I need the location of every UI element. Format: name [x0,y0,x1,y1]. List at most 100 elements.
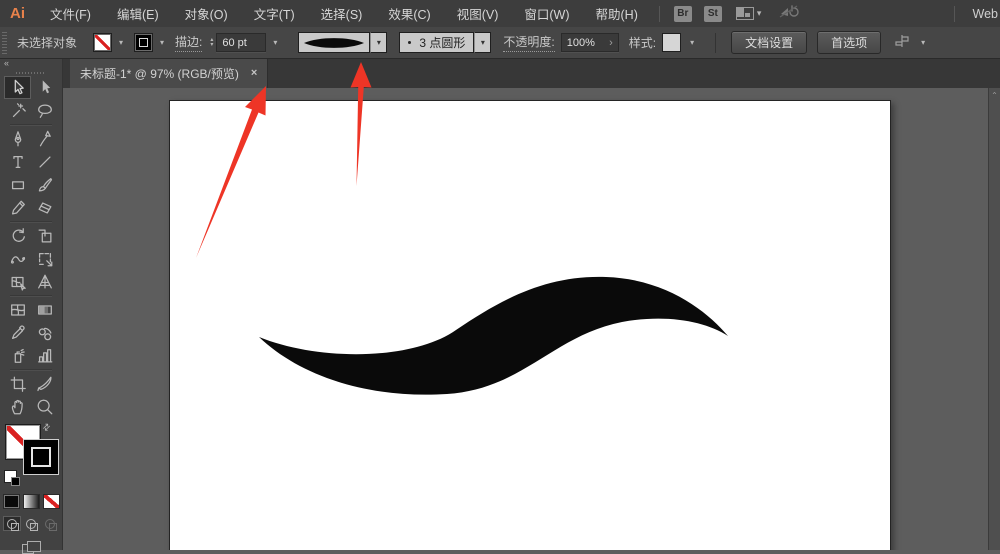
default-fill-stroke-icon[interactable] [4,470,17,483]
tool-slice[interactable] [31,372,58,395]
gradient-button[interactable] [23,494,40,509]
align-panel-icon[interactable] [894,34,910,51]
stroke-weight-stepper[interactable]: ▴▾ [210,38,213,48]
menu-help[interactable]: 帮助(H) [583,0,651,27]
opacity-input[interactable]: 100% › [561,33,619,52]
tool-group-divider [4,293,58,298]
menu-select[interactable]: 选择(S) [308,0,376,27]
tool-perspective-grid[interactable] [31,270,58,293]
workspace-switcher[interactable]: Web [963,7,1000,21]
tool-curvature[interactable] [31,127,58,150]
tool-eyedropper[interactable] [4,321,31,344]
tools-panel-grip[interactable] [0,69,62,76]
selection-status: 未选择对象 [17,34,77,51]
menu-edit[interactable]: 编辑(E) [104,0,172,27]
variable-width-profile-preview[interactable] [298,32,370,53]
screen-mode-button[interactable] [22,541,40,554]
color-mode-row [0,494,62,509]
tool-column-graph[interactable] [31,344,58,367]
tool-pencil[interactable] [4,196,31,219]
stroke-color-swatch[interactable] [134,33,153,52]
brush-definition-chevron-icon[interactable]: ▾ [474,32,491,53]
document-setup-button[interactable]: 文档设置 [731,31,807,54]
opacity-panel-link[interactable]: 不透明度: [503,33,554,52]
align-chevron-icon[interactable]: ▾ [916,34,930,51]
opacity-expand-icon[interactable]: › [609,37,613,49]
color-button[interactable] [3,494,20,509]
stroke-panel-link[interactable]: 描边: [175,33,202,52]
brush-definition-dropdown[interactable]: 3 点圆形 [399,32,474,53]
graphic-style-swatch[interactable] [662,33,681,52]
tools-panel: « ⇄ [0,56,63,550]
tool-symbol-sprayer[interactable] [4,344,31,367]
fill-color-swatch[interactable] [93,33,112,52]
tool-hand[interactable] [4,395,31,418]
menu-view[interactable]: 视图(V) [444,0,512,27]
draw-normal-button[interactable] [3,516,21,531]
fill-dropdown-chevron-icon[interactable]: ▾ [114,34,128,51]
preferences-button[interactable]: 首选项 [817,31,881,54]
tool-blend[interactable] [31,321,58,344]
tool-paintbrush[interactable] [31,173,58,196]
tool-mesh[interactable] [4,298,31,321]
tool-scale[interactable] [31,224,58,247]
canvas-area[interactable] [62,88,1000,550]
tool-line-segment[interactable] [31,150,58,173]
style-label: 样式: [629,34,656,51]
document-tab[interactable]: 未标题-1* @ 97% (RGB/预览) × [70,58,268,88]
collapse-panel-icon[interactable]: « [4,58,9,68]
swap-fill-stroke-icon[interactable]: ⇄ [40,421,53,434]
stroke-swatch-large[interactable] [23,439,59,475]
arrange-documents-icon[interactable]: ▾ [736,7,762,20]
menu-object[interactable]: 对象(O) [172,0,241,27]
cs-live-icon[interactable] [779,5,799,22]
illustrator-logo: Ai [0,5,37,22]
draw-inside-button[interactable] [41,516,59,531]
stroke-weight-input[interactable]: 60 pt [216,33,266,52]
menu-window[interactable]: 窗口(W) [511,0,582,27]
tools-grid [0,76,62,418]
menu-file[interactable]: 文件(F) [37,0,104,27]
tool-group-divider [4,122,58,127]
tool-type[interactable] [4,150,31,173]
tool-artboard[interactable] [4,372,31,395]
artboard[interactable] [169,100,891,550]
menubar-separator [659,6,660,22]
stroke-weight-chevron-icon[interactable]: ▾ [268,34,282,51]
width-profile-ellipse [301,35,367,51]
tool-eraser[interactable] [31,196,58,219]
tool-gradient[interactable] [31,298,58,321]
menubar-separator-right [954,6,955,22]
close-tab-icon[interactable]: × [251,67,257,79]
drawing-modes-row [0,516,62,531]
menu-type[interactable]: 文字(T) [241,0,308,27]
stock-icon[interactable]: St [704,6,722,22]
tool-zoom[interactable] [31,395,58,418]
chevron-down-icon: ▾ [757,9,762,18]
draw-behind-button[interactable] [22,516,40,531]
menu-effect[interactable]: 效果(C) [375,0,443,27]
arrange-documents-glyph [736,7,754,20]
tool-group-divider [4,219,58,224]
document-tab-strip: 未标题-1* @ 97% (RGB/预览) × [62,58,1000,88]
none-button[interactable] [43,494,60,509]
tool-direct-selection[interactable] [31,76,58,99]
brush-thumbnail-dot [408,41,411,44]
scroll-up-icon[interactable]: ⌃ [991,91,998,550]
style-chevron-icon[interactable]: ▾ [685,34,699,51]
stroke-dropdown-chevron-icon[interactable]: ▾ [155,34,169,51]
tool-selection[interactable] [4,76,31,99]
tool-rectangle[interactable] [4,173,31,196]
tool-shape-builder[interactable] [4,270,31,293]
tool-width[interactable] [4,247,31,270]
menu-bar: Ai 文件(F) 编辑(E) 对象(O) 文字(T) 选择(S) 效果(C) 视… [0,0,1000,27]
tool-pen[interactable] [4,127,31,150]
tool-rotate[interactable] [4,224,31,247]
tool-lasso[interactable] [31,99,58,122]
tool-magic-wand[interactable] [4,99,31,122]
width-profile-chevron-icon[interactable]: ▾ [370,32,387,53]
panel-grip[interactable] [2,32,7,54]
vertical-scrollbar[interactable]: ⌃ [988,88,1000,550]
bridge-icon[interactable]: Br [674,6,692,22]
tool-free-transform[interactable] [31,247,58,270]
